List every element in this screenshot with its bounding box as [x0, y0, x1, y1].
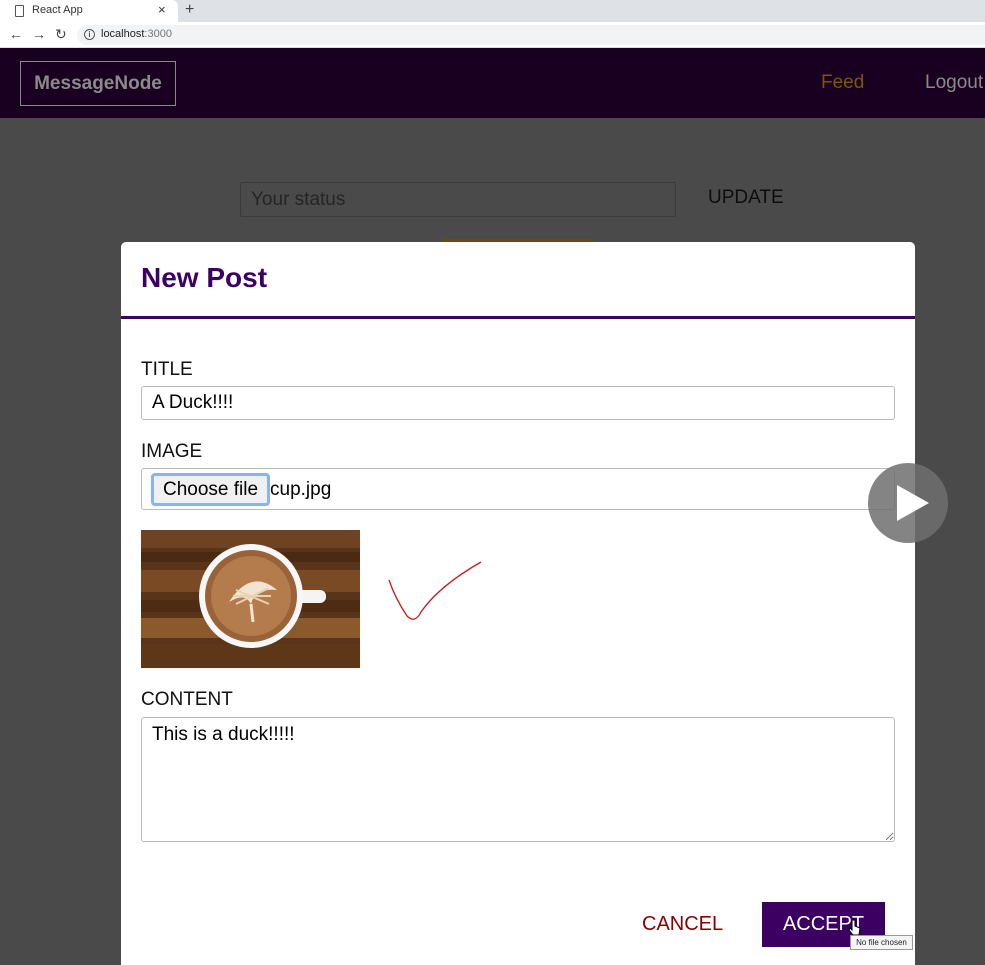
tooltip: No file chosen — [850, 935, 913, 950]
choose-file-button[interactable]: Choose file — [151, 473, 270, 506]
address-bar[interactable]: i localhost:3000 — [77, 25, 985, 45]
app-header: MessageNode Feed Logout — [0, 48, 985, 118]
reload-icon[interactable]: ↻ — [55, 25, 67, 43]
content-textarea[interactable]: This is a duck!!!!! — [141, 717, 895, 842]
browser-toolbar: ← → ↻ i localhost:3000 — [0, 22, 985, 48]
logo[interactable]: MessageNode — [20, 61, 176, 106]
forward-arrow-icon[interactable]: → — [32, 25, 46, 43]
update-button[interactable]: UPDATE — [708, 187, 784, 209]
url-text: localhost:3000 — [101, 28, 172, 40]
browser-tab-bar: React App × + — [0, 0, 985, 22]
tab-title: React App — [32, 4, 83, 16]
play-button[interactable] — [868, 463, 948, 543]
browser-tab[interactable]: React App × — [0, 0, 178, 22]
play-icon — [897, 485, 929, 521]
close-icon[interactable]: × — [158, 3, 166, 17]
cursor-icon — [848, 919, 861, 936]
image-file-input[interactable]: Choose file cup.jpg — [141, 468, 895, 510]
status-input[interactable] — [240, 182, 676, 217]
nav-link-logout[interactable]: Logout — [925, 72, 983, 94]
title-label: TITLE — [141, 359, 193, 380]
cancel-button[interactable]: CANCEL — [642, 913, 723, 936]
back-arrow-icon[interactable]: ← — [9, 25, 23, 43]
image-preview — [141, 530, 360, 668]
title-input[interactable] — [141, 386, 895, 420]
new-post-modal: New Post TITLE IMAGE Choose file cup.jpg… — [121, 242, 915, 965]
content-label: CONTENT — [141, 689, 233, 710]
modal-title: New Post — [141, 262, 268, 293]
checkmark-annotation-icon — [388, 561, 482, 620]
plus-icon[interactable]: + — [185, 1, 194, 19]
modal-divider — [121, 316, 915, 319]
nav-link-feed[interactable]: Feed — [821, 72, 864, 94]
info-icon[interactable]: i — [84, 29, 95, 40]
document-icon — [15, 5, 24, 17]
image-label: IMAGE — [141, 441, 203, 462]
file-name: cup.jpg — [270, 479, 332, 500]
